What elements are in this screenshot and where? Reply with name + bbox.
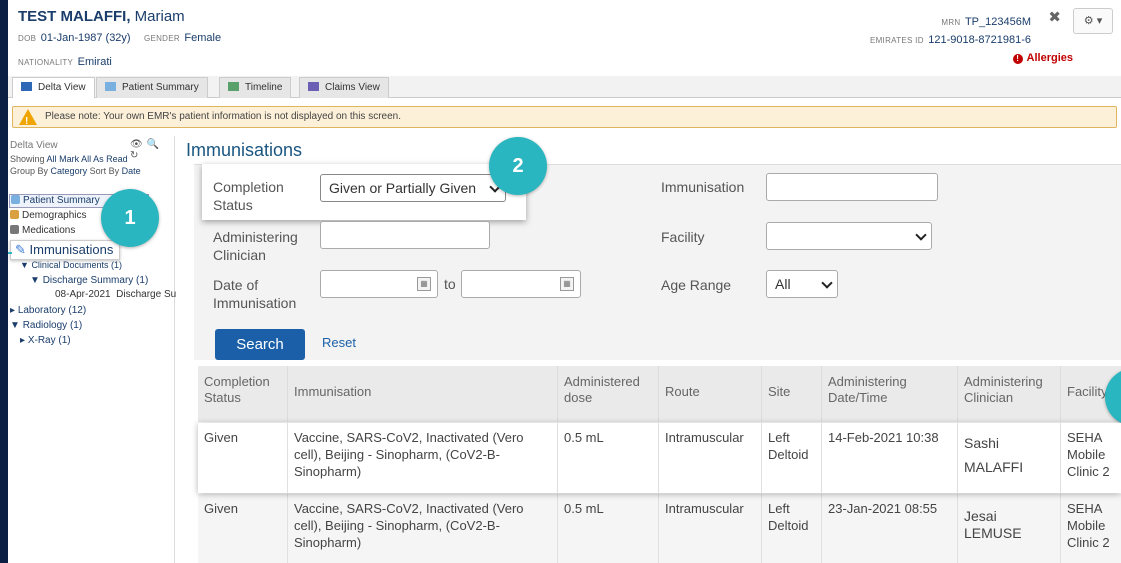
age-range-label: Age Range [661,277,732,293]
age-range-select[interactable]: All [766,270,838,298]
sidebar-item-discharge-summary[interactable]: ▼ Discharge Summary (1) [30,275,148,286]
collapsed-icon: ▸ [20,335,26,346]
sidebar-item-radiology[interactable]: ▼ Radiology (1) [10,320,82,331]
chevron-down-icon [915,229,927,241]
nationality-row: NATIONALITY Emirati [18,56,112,68]
immunisation-label: Immunisation [661,179,745,195]
table-row[interactable]: Given Vaccine, SARS-CoV2, Inactivated (V… [198,494,1121,563]
allergies-link[interactable]: ! Allergies [1012,52,1073,64]
date-to-input[interactable]: ▦ [461,270,581,298]
tab-patient-summary[interactable]: Patient Summary [96,77,208,98]
sidebar-item-immunisations[interactable]: ✎ Immunisations [10,240,121,260]
mark-all-read-link[interactable]: Mark All As Read [59,154,128,164]
tab-claims-view[interactable]: Claims View [299,77,389,98]
sidebar-item-xray[interactable]: ▸ X-Ray (1) [20,335,71,346]
close-icon[interactable]: ✖ [1048,8,1061,26]
column-header[interactable]: Site [762,366,822,422]
reset-link[interactable]: Reset [322,335,356,350]
medications-icon [10,225,19,234]
timeline-icon [228,82,239,91]
callout-badge-2: 2 [489,137,547,195]
tab-timeline[interactable]: Timeline [219,77,292,98]
sidebar-item-medications[interactable]: Medications [10,225,75,236]
emr-notice-banner: ! Please note: Your own EMR's patient in… [12,106,1117,128]
immunisation-input[interactable] [766,173,938,201]
warning-icon: ! [19,109,37,127]
showing-row: Showing All Mark All As Read [10,154,128,164]
administering-clinician-input[interactable] [320,221,490,249]
app-window: TEST MALAFFI, Mariam DOB 01-Jan-1987 (32… [8,0,1121,563]
gender-value: Female [184,32,222,44]
view-tabs: Delta View Patient Summary Timeline Clai… [8,76,1121,98]
column-header[interactable]: Immunisation [288,366,558,422]
group-sort-row: Group By Category Sort By Date [10,166,141,176]
mrn-value: TP_123456M [964,16,1031,28]
gear-icon: ⚙ [1083,15,1094,27]
completion-status-select[interactable]: Given or Partially Given [320,174,506,202]
column-header[interactable]: Route [659,366,762,422]
sidebar-item-discharge-entry[interactable]: 08-Apr-2021 Discharge Su [55,289,176,300]
expanded-icon: ▼ [20,260,29,270]
showing-all-link[interactable]: All [47,154,57,164]
facility-label: Facility [661,229,705,245]
patient-header: TEST MALAFFI, Mariam DOB 01-Jan-1987 (32… [8,0,1121,76]
nationality-value: Emirati [77,56,112,68]
eye-icon[interactable]: 👁 [130,139,147,150]
group-by-link[interactable]: Category [51,166,88,176]
sort-by-link[interactable]: Date [122,166,141,176]
settings-menu-button[interactable]: ⚙ ▾ [1073,8,1113,34]
mrn-row: MRN TP_123456M [941,16,1031,28]
sidebar-item-demographics[interactable]: Demographics [10,210,86,221]
column-header[interactable]: Administered dose [558,366,659,422]
sidebar-item-laboratory[interactable]: ▸ Laboratory (12) [10,305,86,316]
sidebar-title: Delta View [10,140,58,151]
collapsed-icon: ▸ [10,305,16,316]
chevron-down-icon: ▾ [1096,15,1103,27]
date-of-immunisation-label: Date of Immunisation [213,277,297,311]
table-header: Completion Status Immunisation Administe… [198,366,1121,422]
emirates-id-value: 121-9018-8721981-6 [928,34,1031,46]
demographics-icon [10,210,19,219]
callout-connector [8,252,12,254]
administering-clinician-label: Administering Clinician [213,229,298,263]
calendar-icon[interactable]: ▦ [560,277,574,291]
date-from-input[interactable]: ▦ [320,270,438,298]
emirates-id-row: EMIRATES ID 121-9018-8721981-6 [869,34,1031,46]
patient-summary-icon [11,195,20,204]
search-button[interactable]: Search [215,329,305,360]
calendar-icon[interactable]: ▦ [417,277,431,291]
chevron-down-icon [821,277,833,289]
expanded-icon: ▼ [30,275,40,286]
patient-summary-icon [105,82,116,91]
refresh-icon[interactable]: ↻ [130,150,142,161]
delta-view-icon [21,82,32,91]
sidebar-item-clinical-documents[interactable]: ▼ Clinical Documents (1) [20,260,122,270]
tab-delta-view[interactable]: Delta View [12,77,95,98]
column-header[interactable]: Administering Clinician [958,366,1061,422]
date-to-label: to [444,276,456,292]
column-header[interactable]: Administering Date/Time [822,366,958,422]
completion-status-label: Completion Status [213,179,284,213]
callout-badge-1: 1 [101,189,159,247]
search-icon[interactable]: 🔍 [147,139,163,150]
claims-icon [308,82,319,91]
patient-name: TEST MALAFFI, Mariam [18,8,185,25]
sidebar-tools: 👁🔍 ↻ [130,139,174,161]
facility-select[interactable] [766,222,932,250]
dob-row: DOB 01-Jan-1987 (32y) GENDER Female [18,32,222,44]
alert-icon: ! [1012,54,1023,64]
page-title: Immunisations [186,140,303,160]
table-row[interactable]: Given Vaccine, SARS-CoV2, Inactivated (V… [198,423,1121,493]
syringe-icon: ✎ [15,242,26,257]
expanded-icon: ▼ [10,320,20,331]
column-header[interactable]: Completion Status [198,366,288,422]
dob-value: 01-Jan-1987 (32y) [40,32,131,44]
